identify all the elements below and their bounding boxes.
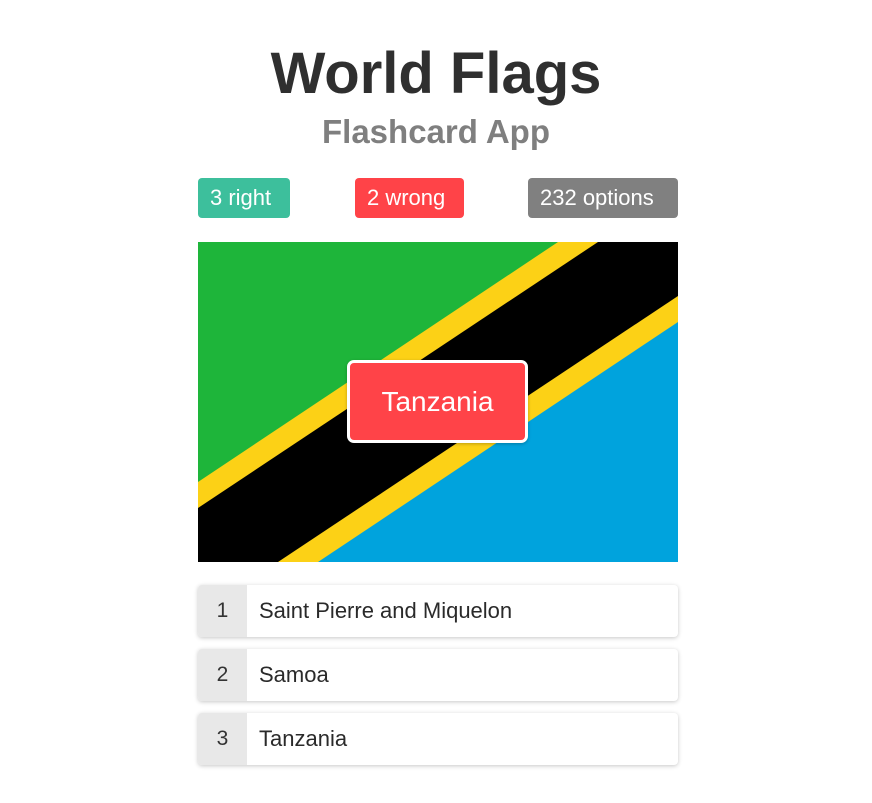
options-count-badge: 232 options: [528, 178, 678, 218]
wrong-count-badge: 2 wrong: [355, 178, 464, 218]
right-count-badge: 3 right: [198, 178, 290, 218]
option-label: Samoa: [259, 662, 329, 687]
option-label: Tanzania: [259, 726, 348, 751]
option-label: Saint Pierre and Miquelon: [259, 598, 513, 623]
option-button-2[interactable]: 2 Samoa: [198, 649, 678, 701]
options-list: 1 Saint Pierre and Miquelon 2 Samoa 3 Ta…: [198, 585, 678, 777]
option-key: 3: [198, 713, 247, 765]
option-button-3[interactable]: 3 Tanzania: [198, 713, 678, 765]
option-button-1[interactable]: 1 Saint Pierre and Miquelon: [198, 585, 678, 637]
option-key: 1: [198, 585, 247, 637]
answer-banner: Tanzania: [347, 360, 528, 443]
option-key: 2: [198, 649, 247, 701]
page-subtitle: Flashcard App: [322, 113, 550, 150]
page-title: World Flags: [270, 41, 602, 106]
